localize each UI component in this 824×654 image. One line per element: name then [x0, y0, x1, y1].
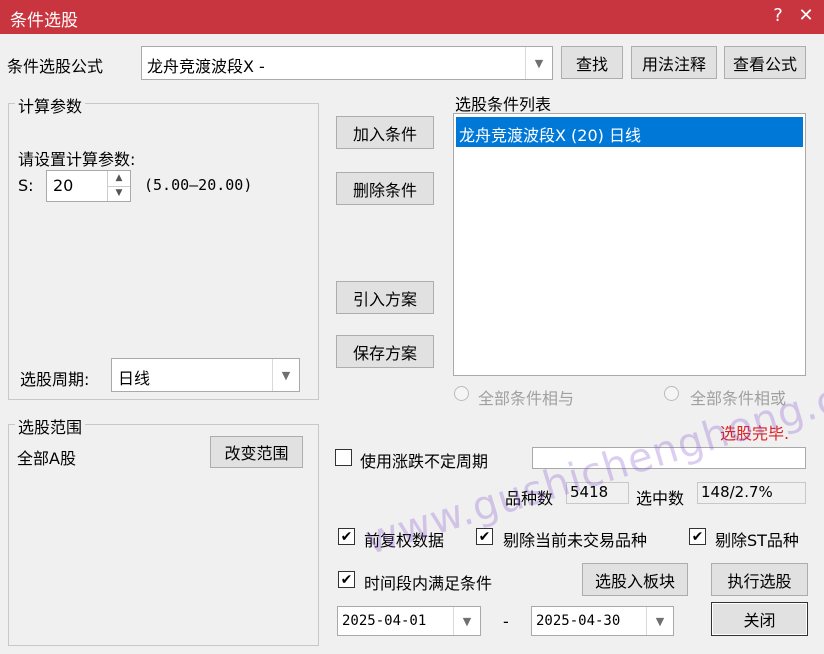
import-plan-button[interactable]: 引入方案 [336, 281, 434, 314]
variable-period-checkbox[interactable] [335, 449, 352, 466]
find-button[interactable]: 查找 [561, 46, 623, 79]
formula-label: 条件选股公式 [7, 57, 104, 76]
delete-condition-button[interactable]: 删除条件 [336, 172, 434, 205]
chevron-down-icon[interactable]: ▼ [525, 47, 552, 79]
formula-combobox[interactable]: 龙舟竞渡波段X - ▼ [141, 46, 553, 80]
selected-label: 选中数 [636, 489, 685, 508]
window-title: 条件选股 [10, 11, 78, 31]
selected-value-text: 148/2.7% [701, 483, 773, 501]
conditions-list-title: 选股条件列表 [455, 95, 552, 114]
scope-value: 全部A股 [17, 449, 76, 468]
close-button[interactable]: 关闭 [711, 602, 808, 636]
forward-adjust-checkbox[interactable]: ✔ [338, 528, 355, 545]
view-formula-button[interactable]: 查看公式 [724, 46, 806, 79]
param-s-value[interactable]: 20 [53, 176, 73, 195]
selected-value: 148/2.7% [697, 482, 806, 504]
calc-params-title: 计算参数 [15, 93, 86, 117]
radio-and[interactable] [454, 386, 469, 401]
usage-notes-button[interactable]: 用法注释 [631, 46, 717, 79]
period-condition-checkbox[interactable]: ✔ [338, 571, 355, 588]
title-bar: 条件选股 ? ✕ [0, 0, 824, 34]
add-condition-button[interactable]: 加入条件 [336, 116, 434, 149]
start-date-value: 2025-04-01 [342, 613, 427, 629]
period-value: 日线 [118, 369, 151, 388]
chevron-down-icon[interactable]: ▼ [453, 607, 480, 635]
period-combobox[interactable]: 日线 ▼ [111, 358, 300, 392]
spin-up-icon[interactable]: ▲ [107, 171, 130, 187]
start-date-picker[interactable]: 2025-04-01 ▼ [337, 606, 481, 636]
param-prompt: 请设置计算参数: [18, 150, 136, 169]
radio-and-label: 全部条件相与 [478, 389, 575, 408]
execute-button[interactable]: 执行选股 [711, 563, 808, 596]
radio-or[interactable] [664, 386, 679, 401]
change-scope-button[interactable]: 改变范围 [210, 436, 303, 468]
spin-down-icon[interactable]: ▼ [107, 186, 130, 201]
help-icon[interactable]: ? [766, 4, 790, 28]
formula-value: 龙舟竞渡波段X - [147, 57, 265, 76]
end-date-value: 2025-04-30 [536, 613, 621, 629]
exclude-untraded-label: 剔除当前未交易品种 [503, 531, 648, 550]
param-range: (5.00—20.00) [144, 176, 253, 194]
scope-title: 选股范围 [15, 414, 86, 438]
param-s-label: S: [18, 176, 34, 195]
condition-item[interactable]: 龙舟竞渡波段X (20) 日线 [456, 117, 803, 147]
add-to-block-button[interactable]: 选股入板块 [582, 563, 688, 596]
conditions-list[interactable]: 龙舟竞渡波段X (20) 日线 [453, 113, 806, 376]
end-date-picker[interactable]: 2025-04-30 ▼ [531, 606, 674, 636]
chevron-down-icon[interactable]: ▼ [646, 607, 673, 635]
exclude-st-checkbox[interactable]: ✔ [689, 528, 706, 545]
date-separator: - [503, 612, 509, 631]
variable-period-label: 使用涨跌不定周期 [360, 452, 489, 471]
period-label: 选股周期: [20, 370, 90, 389]
period-condition-label: 时间段内满足条件 [364, 574, 493, 593]
condition-item-label: 龙舟竞渡波段X (20) 日线 [459, 126, 641, 145]
param-s-spinner[interactable]: 20 ▲ ▼ [46, 170, 131, 202]
close-icon[interactable]: ✕ [794, 4, 818, 28]
save-plan-button[interactable]: 保存方案 [336, 335, 434, 368]
exclude-st-label: 剔除ST品种 [715, 531, 799, 550]
chevron-down-icon[interactable]: ▼ [272, 359, 299, 391]
